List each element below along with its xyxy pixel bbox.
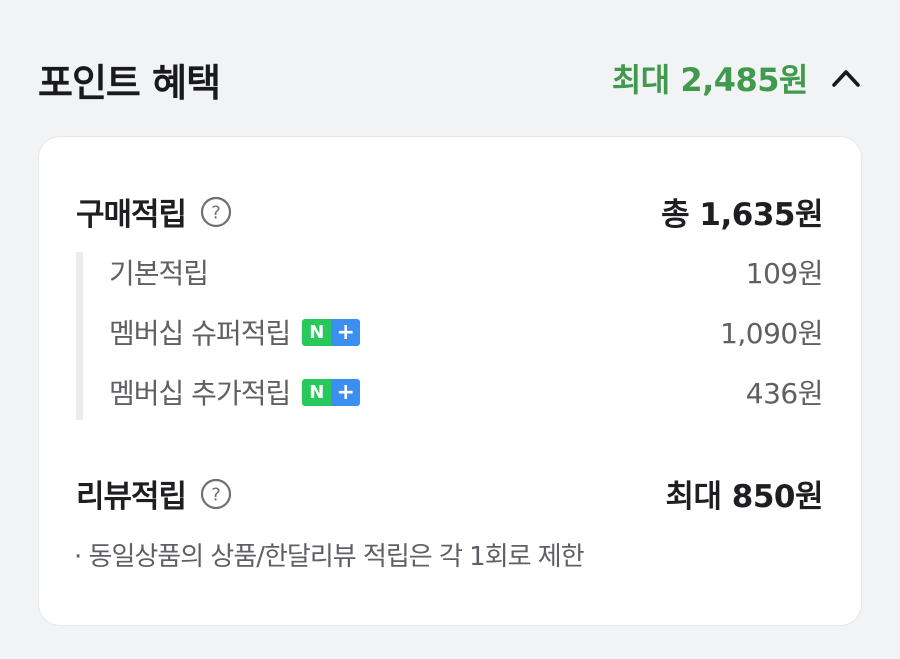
benefit-card: 구매적립 ? 총 1,635원 기본적립 109원 멤버십 슈퍼적립 N + 1…: [38, 136, 862, 626]
naver-plus-badge: N +: [302, 318, 361, 346]
list-item: 멤버십 슈퍼적립 N + 1,090원: [109, 312, 823, 352]
naver-n-icon: N: [302, 378, 332, 406]
question-circle-icon: ?: [200, 478, 232, 509]
naver-plus-badge: N +: [302, 378, 361, 406]
page-title: 포인트 혜택: [38, 61, 221, 105]
max-benefit-amount: 최대 2,485원: [611, 61, 809, 99]
svg-text:?: ?: [211, 202, 221, 223]
list-item: 기본적립 109원: [109, 252, 824, 292]
svg-text:?: ?: [211, 484, 221, 505]
membership-extra-points-label: 멤버십 추가적립: [109, 377, 291, 410]
list-item: 멤버십 추가적립 N + 436원: [109, 372, 824, 412]
collapse-button[interactable]: [828, 60, 864, 96]
header-summary: 최대 2,485원: [612, 55, 864, 101]
membership-super-points-label: 멤버십 슈퍼적립: [109, 317, 291, 350]
purchase-points-label: 구매적립: [76, 197, 187, 233]
basic-points-label: 기본적립: [109, 257, 209, 290]
membership-extra-points-value: 436원: [745, 377, 824, 410]
purchase-help-button[interactable]: ?: [200, 196, 232, 228]
basic-points-value: 109원: [745, 257, 824, 290]
plus-icon: +: [331, 378, 361, 406]
purchase-points-breakdown: 기본적립 109원 멤버십 슈퍼적립 N + 1,090원 멤버십 추가적립 N…: [76, 252, 824, 420]
review-limit-note: · 동일상품의 상품/한달리뷰 적립은 각 1회로 제한: [74, 542, 585, 572]
membership-super-points-value: 1,090원: [720, 317, 823, 350]
point-benefit-header: 포인트 혜택 최대 2,485원: [0, 0, 900, 135]
plus-icon: +: [331, 318, 361, 346]
review-help-button[interactable]: ?: [200, 478, 232, 510]
question-circle-icon: ?: [200, 196, 232, 227]
review-points-row: 리뷰적립 ? 최대 850원: [76, 471, 823, 516]
purchase-points-row: 구매적립 ? 총 1,635원: [76, 189, 823, 234]
naver-n-icon: N: [302, 318, 332, 346]
review-points-label: 리뷰적립: [76, 479, 187, 515]
purchase-points-total: 총 1,635원: [661, 197, 823, 233]
chevron-up-icon: [832, 70, 860, 87]
review-points-max: 최대 850원: [665, 479, 823, 515]
